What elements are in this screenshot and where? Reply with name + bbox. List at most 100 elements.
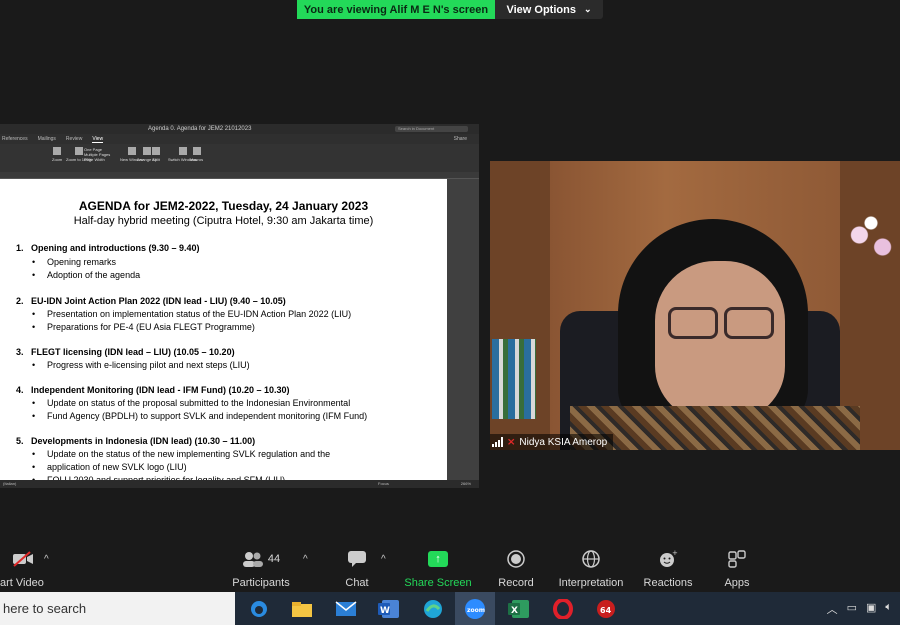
file-explorer-icon[interactable] <box>289 596 315 622</box>
ribbon-split[interactable]: Split <box>152 147 160 162</box>
zoom-100-icon <box>75 147 83 155</box>
meeting-controls-toolbar: art Video ^ 44 Participants ^ Chat ^ ↑ S… <box>0 540 900 592</box>
arrange-icon <box>142 147 151 155</box>
viewing-indicator: You are viewing Alif M E N's screen <box>297 0 495 19</box>
new-window-icon <box>127 147 136 155</box>
windows-taskbar: here to search W zoom X 64 ︿ ▭ ▣ 🔈︎ <box>0 592 900 625</box>
share-screen-button[interactable]: ↑ Share Screen <box>402 548 474 589</box>
macros-icon <box>192 147 201 155</box>
agenda-item-4: 4. Independent Monitoring (IDN lead - IF… <box>16 385 290 395</box>
tab-mailings[interactable]: Mailings <box>38 136 56 142</box>
excel-icon[interactable]: X <box>506 596 532 622</box>
svg-text:zoom: zoom <box>467 607 485 614</box>
participants-button[interactable]: 44 Participants <box>230 548 292 589</box>
tab-review[interactable]: Review <box>66 136 82 142</box>
list-item: Progress with e-licensing pilot and next… <box>32 360 250 370</box>
participant-name-tag: ⨯ Nidya KSIA Amerop <box>490 434 614 450</box>
tray-chevron-up-icon[interactable]: ︿ <box>827 601 838 617</box>
agenda-item-2: 2. EU-IDN Joint Action Plan 2022 (IDN le… <box>16 296 286 306</box>
volume-icon[interactable]: 🔈︎ <box>885 601 892 617</box>
document-page: AGENDA for JEM2-2022, Tuesday, 24 Januar… <box>0 179 447 485</box>
word-icon[interactable]: W <box>376 596 402 622</box>
participant-name: Nidya KSIA Amerop <box>519 436 608 448</box>
tray-device-icon[interactable]: ▭ <box>847 601 857 617</box>
list-item: Adoption of the agenda <box>32 270 140 280</box>
participants-options-caret-icon[interactable]: ^ <box>303 554 308 565</box>
chat-options-caret-icon[interactable]: ^ <box>381 554 386 565</box>
participant-count: 44 <box>267 553 281 565</box>
word-search-box[interactable]: Search in Document <box>395 126 468 132</box>
svg-text:64: 64 <box>600 606 612 615</box>
list-item: Preparations for PE-4 (EU Asia FLEGT Pro… <box>32 322 255 332</box>
globe-icon <box>555 548 627 570</box>
apps-icon <box>721 548 753 570</box>
chevron-down-icon: ⌄ <box>583 4 592 14</box>
svg-text:+: + <box>672 550 678 557</box>
video-off-icon <box>0 548 46 570</box>
list-item-continuation: Fund Agency (BPDLH) to support SVLK and … <box>32 411 367 421</box>
focus-button[interactable]: Focus <box>378 480 389 488</box>
chat-icon <box>338 548 376 570</box>
svg-text:X: X <box>511 606 518 616</box>
record-icon <box>496 548 536 570</box>
tab-references[interactable]: References <box>2 136 28 142</box>
zoom-app-icon[interactable]: zoom <box>455 592 495 625</box>
participants-label: Participants <box>232 577 290 589</box>
chat-button[interactable]: Chat <box>338 548 376 589</box>
system-tray: ︿ ▭ ▣ 🔈︎ <box>827 601 892 617</box>
game-app-icon[interactable]: 64 <box>593 596 619 622</box>
screen-share-banner: You are viewing Alif M E N's screen View… <box>297 0 603 19</box>
ribbon-macros[interactable]: Macros <box>190 147 203 162</box>
video-options-caret-icon[interactable]: ^ <box>44 554 49 565</box>
edge-legacy-icon[interactable] <box>246 596 272 622</box>
document-window-title: Agenda 0. Agenda for JEM2 21012023 <box>148 126 252 132</box>
agenda-title: AGENDA for JEM2-2022, Tuesday, 24 Januar… <box>78 199 369 213</box>
list-item: Opening remarks <box>32 257 116 267</box>
network-icon[interactable]: ▣ <box>866 601 876 617</box>
list-item: Update on the status of the new implemen… <box>32 449 330 459</box>
interpretation-button[interactable]: Interpretation <box>555 548 627 589</box>
ribbon-page-options[interactable]: One Page Multiple Pages Page Width <box>84 147 110 162</box>
svg-text:W: W <box>380 606 390 616</box>
participant-shirt <box>570 406 860 450</box>
shared-screen-word-window: Agenda 0. Agenda for JEM2 21012023 Searc… <box>0 124 479 488</box>
document-area: AGENDA for JEM2-2022, Tuesday, 24 Januar… <box>0 179 479 485</box>
word-ribbon: Zoom Zoom to 100% One Page Multiple Pages… <box>0 144 479 172</box>
smiley-plus-icon: + <box>642 548 694 570</box>
interpretation-label: Interpretation <box>558 577 624 589</box>
list-item: Update on status of the proposal submitt… <box>32 398 350 408</box>
orchid-flowers <box>842 211 900 271</box>
reactions-button[interactable]: + Reactions <box>642 548 694 589</box>
view-options-label: View Options <box>506 3 576 16</box>
status-language: (Italian) <box>3 481 17 486</box>
start-video-button[interactable]: art Video <box>0 548 46 589</box>
zoom-level[interactable]: 266% <box>461 480 471 488</box>
ruler <box>0 172 479 179</box>
share-screen-label: Share Screen <box>404 577 472 589</box>
apps-label: Apps <box>724 577 750 589</box>
books <box>492 339 536 419</box>
reactions-label: Reactions <box>643 577 693 589</box>
record-button[interactable]: Record <box>496 548 536 589</box>
share-button[interactable]: Share <box>454 136 467 142</box>
list-item-continuation: application of new SVLK logo (LIU) <box>32 462 187 472</box>
view-options-button[interactable]: View Options ⌄ <box>495 0 603 19</box>
glasses <box>668 307 774 339</box>
edge-icon[interactable] <box>420 596 446 622</box>
participant-video[interactable]: ⨯ Nidya KSIA Amerop <box>490 161 900 450</box>
opera-icon[interactable] <box>550 596 576 622</box>
agenda-item-5: 5. Developments in Indonesia (IDN lead) … <box>16 436 256 446</box>
word-ribbon-tabs: References Mailings Review View Share <box>0 134 479 144</box>
apps-button[interactable]: Apps <box>721 548 753 589</box>
ribbon-zoom[interactable]: Zoom <box>52 147 62 162</box>
word-status-bar: (Italian) Focus 266% <box>0 480 479 488</box>
mail-icon[interactable] <box>333 596 359 622</box>
document-scroll-gutter[interactable] <box>447 179 479 484</box>
taskbar-search[interactable]: here to search <box>0 592 235 625</box>
participants-icon: 44 <box>230 548 292 570</box>
agenda-item-1: 1. Opening and introductions (9.30 – 9.4… <box>16 243 200 253</box>
switch-windows-icon <box>178 147 187 155</box>
list-item: Presentation on implementation status of… <box>32 309 351 319</box>
tab-view[interactable]: View <box>92 136 104 143</box>
muted-mic-icon: ⨯ <box>507 436 516 448</box>
